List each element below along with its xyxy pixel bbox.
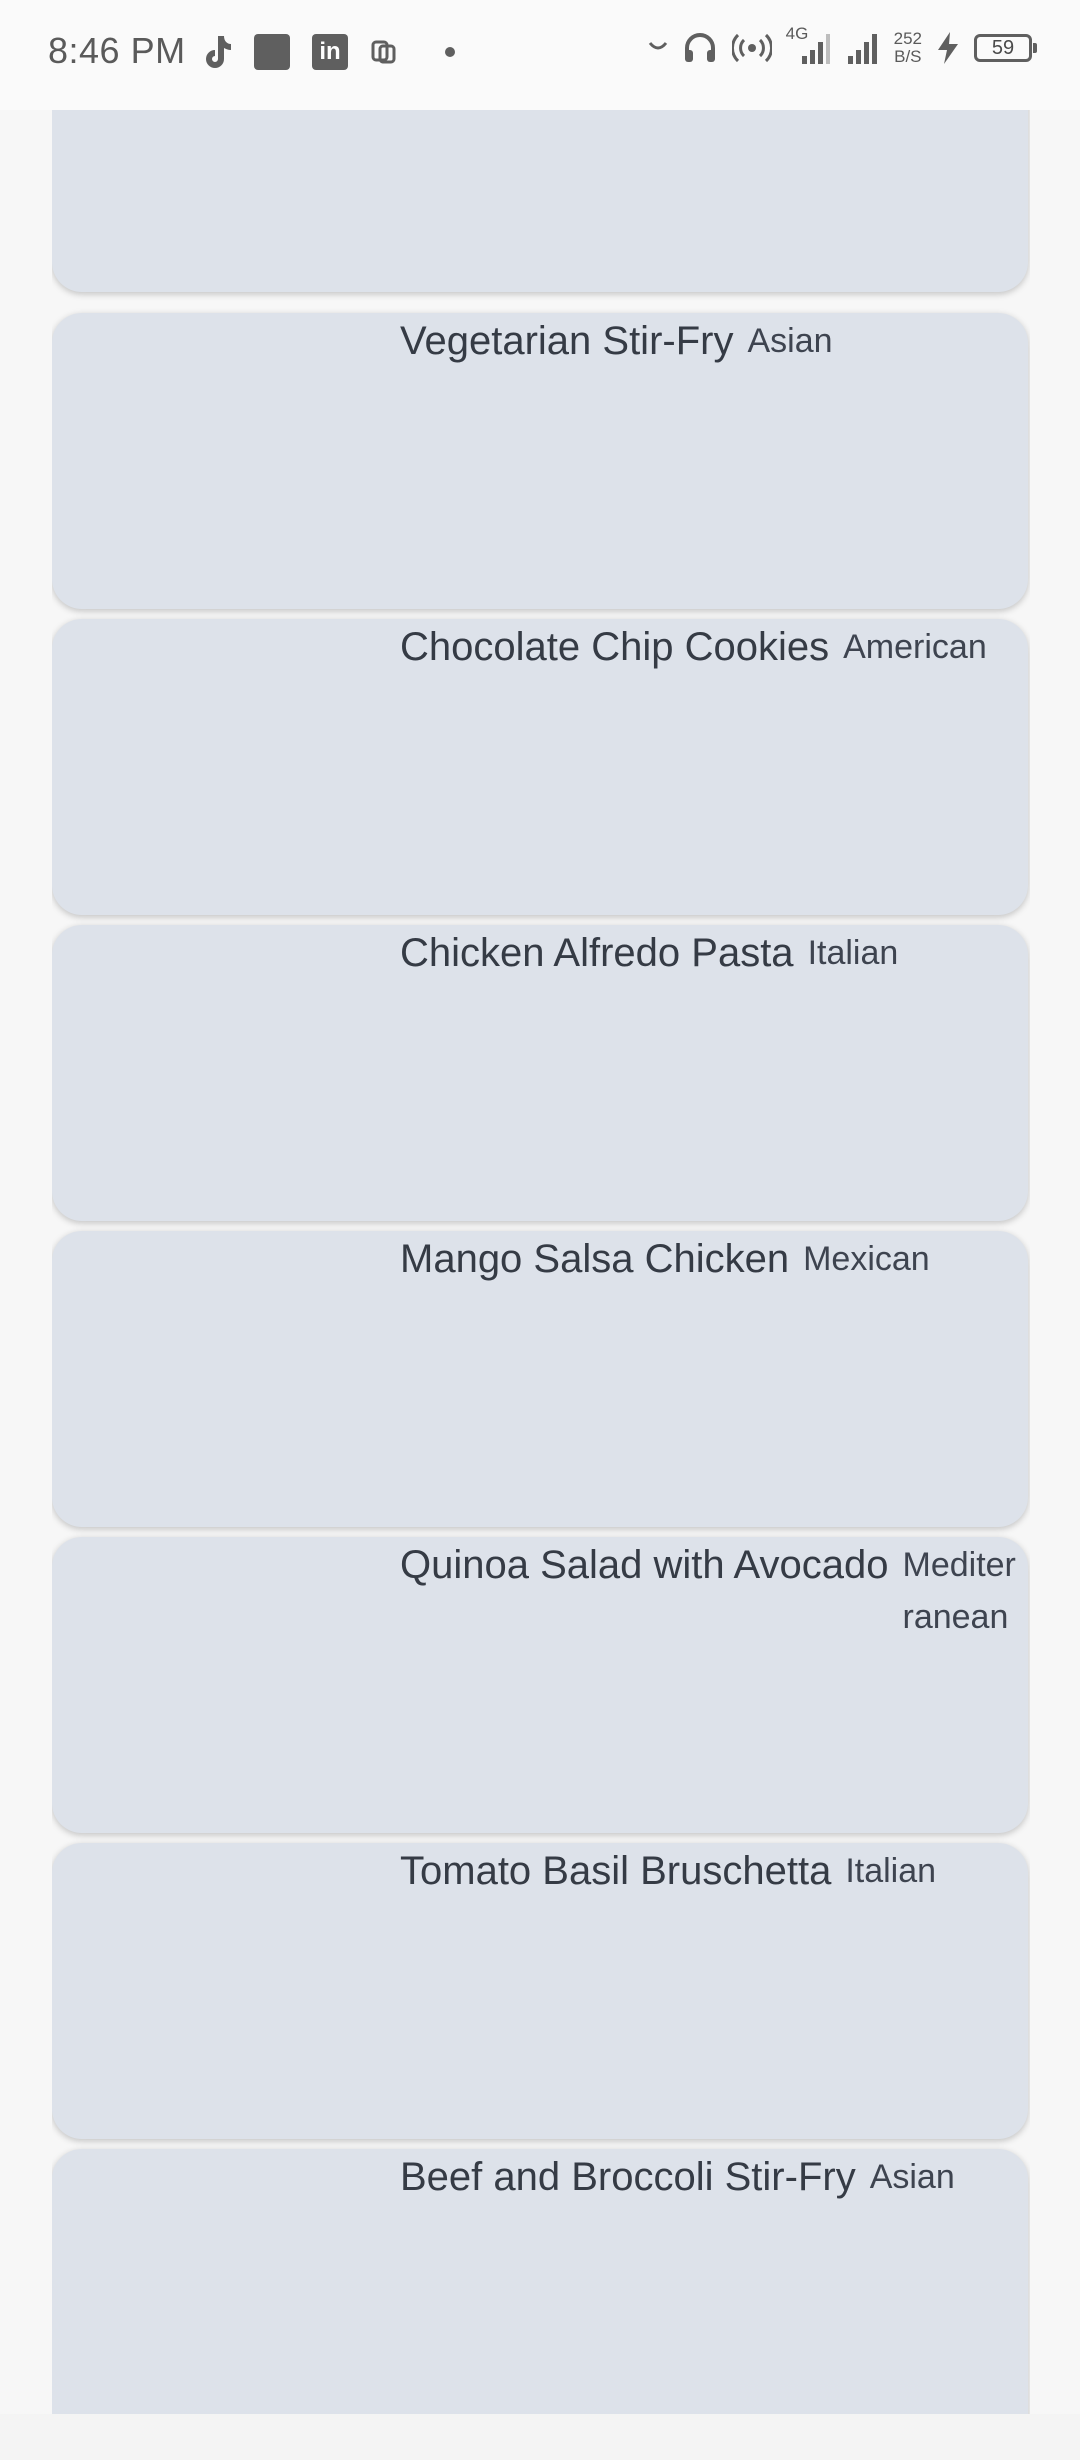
network-speed-value: 252 <box>893 29 922 48</box>
recipe-card-header: Beef and Broccoli Stir-Fry Asian <box>400 2151 1022 2203</box>
recipe-cuisine: Mediterranean <box>902 1546 1016 1636</box>
recipe-card[interactable]: Chicken Alfredo Pasta Italian <box>52 925 1028 1221</box>
recipe-name: Mango Salsa Chicken <box>400 1237 790 1281</box>
linkedin-icon: in <box>312 34 348 70</box>
network-speed: 252 B/S <box>894 30 922 66</box>
recipe-name: Tomato Basil Bruschetta <box>400 1849 832 1893</box>
recipe-list[interactable]: Vegetarian Stir-Fry Asian Chocolate Chip… <box>52 0 1030 2414</box>
recipe-name: Quinoa Salad with Avocado <box>400 1543 889 1587</box>
network-type-label: 4G <box>785 24 809 43</box>
recipe-name: Chocolate Chip Cookies <box>400 625 830 669</box>
hotspot-icon <box>731 32 772 64</box>
recipe-card[interactable]: Beef and Broccoli Stir-Fry Asian <box>52 2149 1028 2414</box>
recipe-card-header: Chocolate Chip Cookies American <box>400 621 1022 673</box>
recipe-card-header: Tomato Basil Bruschetta Italian <box>400 1845 1022 1897</box>
dot-icon <box>444 46 456 58</box>
app-square-icon <box>254 34 290 70</box>
headphones-icon <box>682 30 718 66</box>
paypal-icon <box>370 38 398 66</box>
recipe-cuisine: American <box>843 628 987 666</box>
status-time: 8:46 PM <box>48 30 186 71</box>
battery-level: 59 <box>991 36 1015 59</box>
tiktok-icon <box>200 34 232 70</box>
signal-4g-icon: 4G <box>786 24 830 66</box>
recipe-cuisine: Italian <box>807 934 899 972</box>
recipe-card[interactable]: Quinoa Salad with Avocado Mediterranean <box>52 1537 1028 1833</box>
recipe-cuisine: Asian <box>747 322 833 360</box>
recipe-card-header: Vegetarian Stir-Fry Asian <box>400 315 1022 367</box>
recipe-cuisine: Asian <box>869 2158 955 2196</box>
recipe-card[interactable]: Vegetarian Stir-Fry Asian <box>52 313 1028 609</box>
status-bar: 8:46 PM in 4G 252 B/S 59 <box>0 0 1080 110</box>
recipe-card[interactable]: Chocolate Chip Cookies American <box>52 619 1028 915</box>
charging-icon <box>936 31 960 65</box>
recipe-card[interactable]: Mango Salsa Chicken Mexican <box>52 1231 1028 1527</box>
battery-icon: 59 <box>974 34 1037 62</box>
recipe-card-header: Mango Salsa Chicken Mexican <box>400 1233 1022 1285</box>
recipe-name: Beef and Broccoli Stir-Fry <box>400 2155 856 2199</box>
recipe-card-header: Chicken Alfredo Pasta Italian <box>400 927 1022 979</box>
recipe-cuisine: Mexican <box>803 1240 930 1278</box>
recipe-name: Chicken Alfredo Pasta <box>400 931 794 975</box>
navigation-bar <box>0 2414 1080 2460</box>
signal-icon <box>844 30 880 66</box>
system-icons: 4G 252 B/S 59 <box>648 24 1037 66</box>
network-speed-unit: B/S <box>894 47 922 66</box>
recipe-card-header: Quinoa Salad with Avocado Mediterranean <box>400 1539 1022 1643</box>
moon-icon <box>648 41 668 55</box>
notification-icons: in <box>200 34 456 70</box>
recipe-cuisine: Italian <box>845 1852 937 1890</box>
recipe-name: Vegetarian Stir-Fry <box>400 319 734 363</box>
recipe-card[interactable]: Tomato Basil Bruschetta Italian <box>52 1843 1028 2139</box>
